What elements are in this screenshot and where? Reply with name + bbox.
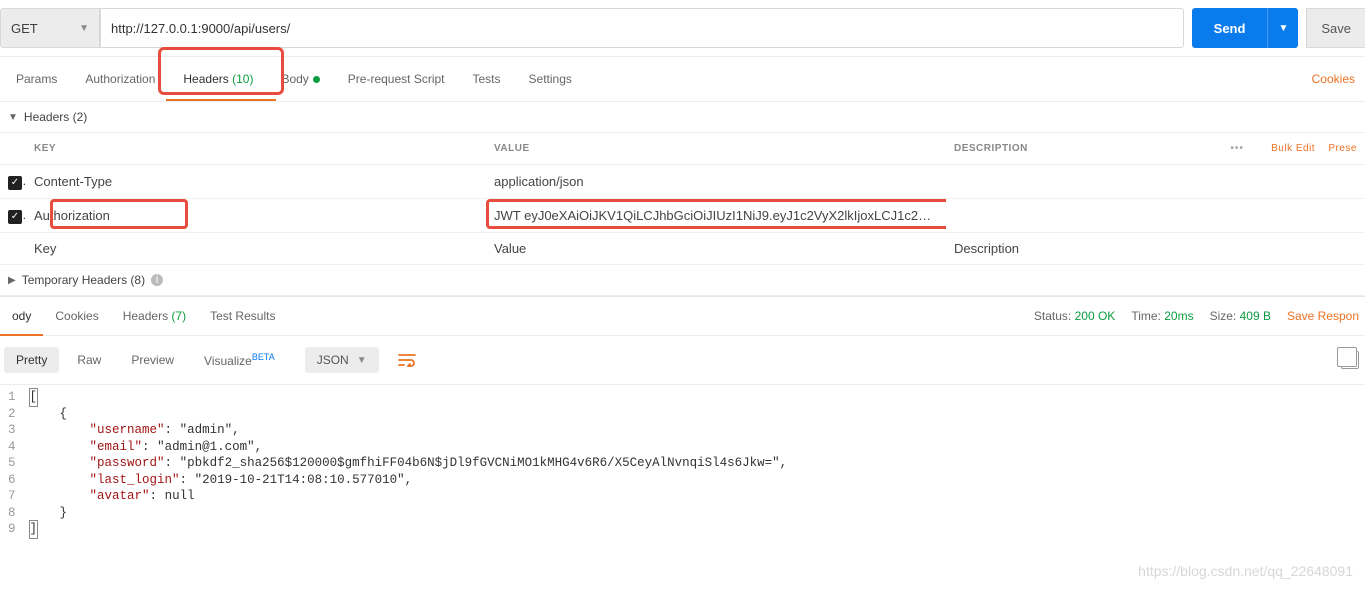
response-tab-headers-label: Headers — [123, 309, 168, 323]
save-button[interactable]: Save — [1306, 8, 1365, 48]
chevron-right-icon: ▶ — [8, 275, 16, 286]
header-key-cell[interactable]: Authorization — [26, 199, 486, 233]
copy-icon — [1341, 351, 1359, 369]
time-label: Time: — [1131, 309, 1161, 323]
copy-button[interactable] — [1341, 351, 1361, 369]
tab-authorization[interactable]: Authorization — [71, 57, 169, 101]
header-key: Content-Type — [34, 174, 112, 189]
headers-section-title: Headers — [24, 110, 69, 124]
response-body-code[interactable]: 123456789 [ { "username": "admin", "emai… — [0, 385, 1365, 578]
status-label: Status: — [1034, 309, 1071, 323]
tab-headers-count: (10) — [232, 72, 253, 86]
body-indicator-dot — [313, 76, 320, 83]
header-value: application/json — [494, 174, 584, 189]
view-raw[interactable]: Raw — [65, 347, 113, 373]
view-preview[interactable]: Preview — [119, 347, 186, 373]
request-url-value: http://127.0.0.1:9000/api/users/ — [111, 21, 290, 36]
response-tab-headers[interactable]: Headers (7) — [111, 297, 198, 335]
visualize-label: Visualize — [204, 354, 252, 368]
header-value-cell[interactable]: JWT eyJ0eXAiOiJKV1QiLCJhbGciOiJIUzI1NiJ9… — [486, 199, 946, 233]
http-method-value: GET — [11, 21, 38, 36]
response-body-toolbar: Pretty Raw Preview VisualizeBETA JSON ▼ — [0, 336, 1365, 385]
body-format-select[interactable]: JSON ▼ — [305, 347, 379, 373]
headers-table: KEY VALUE DESCRIPTION ••• Bulk Edit Pres… — [0, 133, 1365, 265]
col-description: DESCRIPTION ••• Bulk Edit Prese — [946, 133, 1365, 165]
tab-headers[interactable]: Headers (10) — [169, 57, 267, 101]
save-label: Save — [1321, 21, 1351, 36]
tab-params[interactable]: Params — [2, 57, 71, 101]
size-label: Size: — [1210, 309, 1237, 323]
headers-empty-row: Key Value Description — [0, 233, 1365, 265]
wrap-lines-button[interactable] — [393, 348, 421, 372]
header-description-cell[interactable] — [946, 165, 1365, 199]
bulk-edit-link[interactable]: Bulk Edit — [1271, 143, 1315, 154]
view-pretty[interactable]: Pretty — [4, 347, 59, 373]
tab-tests[interactable]: Tests — [459, 57, 515, 101]
tab-body[interactable]: Body — [267, 57, 333, 101]
more-icon[interactable]: ••• — [1230, 143, 1244, 154]
response-tab-test-results[interactable]: Test Results — [198, 297, 287, 335]
time-block: Time: 20ms — [1131, 309, 1193, 323]
cookies-link[interactable]: Cookies — [1304, 57, 1363, 101]
wrap-icon — [398, 353, 416, 367]
row-enabled-checkbox[interactable]: ✓ — [8, 210, 22, 224]
body-format-value: JSON — [317, 353, 349, 367]
chevron-down-icon: ▼ — [79, 23, 89, 34]
response-meta: Status: 200 OK Time: 20ms Size: 409 B Sa… — [1034, 309, 1365, 323]
tab-settings[interactable]: Settings — [515, 57, 586, 101]
view-visualize[interactable]: VisualizeBETA — [192, 346, 287, 374]
row-enabled-checkbox[interactable]: ✓ — [8, 176, 22, 190]
size-block: Size: 409 B — [1210, 309, 1271, 323]
line-gutter: 123456789 — [0, 389, 30, 538]
code-text: [ { "username": "admin", "email": "admin… — [30, 389, 788, 538]
size-value: 409 B — [1240, 309, 1271, 323]
headers-section-toggle[interactable]: ▼ Headers (2) — [0, 102, 1365, 133]
header-description-input[interactable]: Description — [946, 233, 1365, 265]
chevron-down-icon: ▼ — [8, 112, 18, 123]
status-value: 200 OK — [1075, 309, 1116, 323]
tab-headers-label: Headers — [183, 72, 228, 86]
send-dropdown[interactable]: ▼ — [1267, 8, 1298, 48]
response-tabs: ody Cookies Headers (7) Test Results Sta… — [0, 296, 1365, 336]
header-value-cell[interactable]: application/json — [486, 165, 946, 199]
request-url-input[interactable]: http://127.0.0.1:9000/api/users/ — [100, 8, 1184, 48]
info-icon[interactable]: i — [151, 274, 163, 286]
headers-table-header-row: KEY VALUE DESCRIPTION ••• Bulk Edit Pres… — [0, 133, 1365, 165]
request-tabs: Params Authorization Headers (10) Body P… — [0, 57, 1365, 102]
chevron-down-icon: ▼ — [1278, 23, 1288, 34]
chevron-down-icon: ▼ — [357, 355, 367, 366]
tab-body-label: Body — [281, 72, 308, 86]
response-tab-cookies[interactable]: Cookies — [43, 297, 110, 335]
active-tab-underline — [166, 99, 276, 101]
header-key: Authorization — [34, 208, 110, 223]
presets-link[interactable]: Prese — [1328, 143, 1357, 154]
tab-prerequest[interactable]: Pre-request Script — [334, 57, 459, 101]
status-block: Status: 200 OK — [1034, 309, 1115, 323]
temporary-headers-count: (8) — [130, 273, 145, 287]
col-value: VALUE — [486, 133, 946, 165]
headers-section-count: (2) — [73, 110, 88, 124]
headers-row: ✓ Content-Type application/json — [0, 165, 1365, 199]
beta-badge: BETA — [252, 352, 275, 362]
header-value: JWT eyJ0eXAiOiJKV1QiLCJhbGciOiJIUzI1NiJ9… — [494, 208, 946, 223]
time-value: 20ms — [1164, 309, 1193, 323]
request-url-bar: GET ▼ http://127.0.0.1:9000/api/users/ S… — [0, 0, 1365, 57]
http-method-select[interactable]: GET ▼ — [0, 8, 100, 48]
temporary-headers-label: Temporary Headers — [22, 273, 127, 287]
response-tab-body[interactable]: ody — [0, 297, 43, 335]
col-key: KEY — [26, 133, 486, 165]
watermark: https://blog.csdn.net/qq_22648091 — [1138, 563, 1353, 579]
send-label: Send — [1214, 21, 1246, 36]
temporary-headers-toggle[interactable]: ▶ Temporary Headers (8) i — [0, 265, 1365, 296]
save-response-link[interactable]: Save Respon — [1287, 309, 1359, 323]
send-button-group: Send ▼ — [1192, 8, 1299, 48]
header-value-input[interactable]: Value — [486, 233, 946, 265]
header-description-cell[interactable] — [946, 199, 1365, 233]
header-key-input[interactable]: Key — [26, 233, 486, 265]
col-description-label: DESCRIPTION — [954, 143, 1028, 154]
header-key-cell[interactable]: Content-Type — [26, 165, 486, 199]
headers-row: ✓ Authorization JWT eyJ0eXAiOiJKV1QiLCJh… — [0, 199, 1365, 233]
response-tab-headers-count: (7) — [171, 309, 186, 323]
send-button[interactable]: Send — [1192, 8, 1268, 48]
